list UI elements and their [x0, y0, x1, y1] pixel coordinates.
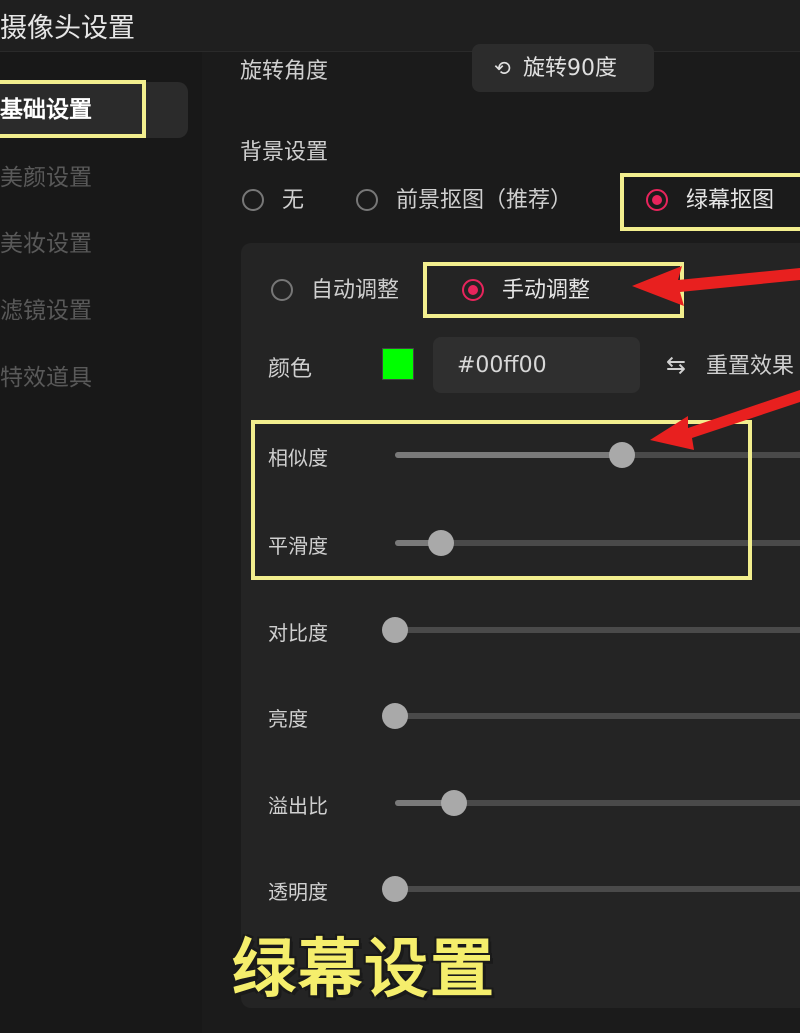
color-swatch[interactable]: [382, 348, 414, 380]
settings-sidebar: 基础设置 美颜设置 美妆设置 滤镜设置 特效道具: [0, 52, 202, 1033]
sidebar-item-filter[interactable]: 滤镜设置: [0, 283, 188, 339]
slider-smoothness[interactable]: [395, 530, 800, 556]
sidebar-item-beauty[interactable]: 美颜设置: [0, 150, 188, 206]
radio-selected-icon: [462, 279, 484, 301]
sidebar-item-effects[interactable]: 特效道具: [0, 350, 188, 406]
slider-similarity[interactable]: [395, 442, 800, 468]
sidebar-item-makeup[interactable]: 美妆设置: [0, 216, 188, 272]
title-bar: 摄像头设置: [0, 0, 800, 52]
color-hex-input[interactable]: [433, 337, 640, 393]
color-label: 颜色: [268, 357, 313, 382]
bg-option-none[interactable]: 无: [242, 186, 304, 216]
slider-thumb[interactable]: [382, 876, 408, 902]
slider-brightness[interactable]: [382, 703, 800, 729]
slider-label-similarity: 相似度: [268, 446, 328, 470]
window-title: 摄像头设置: [0, 13, 135, 44]
mode-manual[interactable]: 手动调整: [462, 276, 590, 306]
bg-option-greenscreen[interactable]: 绿幕抠图: [646, 186, 774, 216]
slider-label-contrast: 对比度: [268, 621, 328, 645]
slider-thumb[interactable]: [428, 530, 455, 556]
reset-effect-label: 重置效果: [706, 354, 795, 379]
radio-icon: [242, 189, 264, 211]
slider-contrast[interactable]: [382, 617, 800, 643]
slider-thumb[interactable]: [440, 790, 467, 816]
slider-label-brightness: 亮度: [268, 707, 308, 731]
rotation-label: 旋转角度: [240, 59, 329, 84]
radio-icon: [356, 189, 378, 211]
reset-effect-button[interactable]: ⇆ 重置效果: [666, 348, 794, 380]
bg-option-none-label: 无: [282, 188, 305, 213]
background-label: 背景设置: [240, 140, 329, 165]
slider-spill[interactable]: [395, 790, 800, 816]
slider-thumb[interactable]: [382, 617, 408, 643]
swap-arrows-icon: ⇆: [666, 351, 687, 379]
slider-fill: [395, 452, 622, 458]
bg-option-foreground[interactable]: 前景抠图（推荐）: [356, 186, 572, 216]
slider-opacity[interactable]: [382, 876, 800, 902]
overlay-caption: 绿幕设置: [232, 933, 496, 1007]
mode-manual-label: 手动调整: [502, 278, 591, 303]
bg-option-foreground-label: 前景抠图（推荐）: [396, 188, 573, 213]
bg-option-greenscreen-label: 绿幕抠图: [686, 188, 775, 213]
rotate-icon: ⟲: [494, 56, 511, 80]
slider-label-opacity: 透明度: [268, 880, 328, 904]
mode-auto[interactable]: 自动调整: [271, 276, 399, 306]
radio-icon: [271, 279, 293, 301]
sidebar-item-basic[interactable]: 基础设置: [0, 82, 188, 138]
rotate-button-label: 旋转90度: [523, 56, 617, 81]
rotate-90-button[interactable]: ⟲ 旋转90度: [472, 44, 654, 92]
mode-auto-label: 自动调整: [311, 278, 400, 303]
slider-label-smoothness: 平滑度: [268, 534, 328, 558]
slider-thumb[interactable]: [382, 703, 408, 729]
radio-selected-icon: [646, 189, 668, 211]
slider-thumb[interactable]: [608, 442, 635, 468]
slider-label-spill: 溢出比: [268, 794, 328, 818]
